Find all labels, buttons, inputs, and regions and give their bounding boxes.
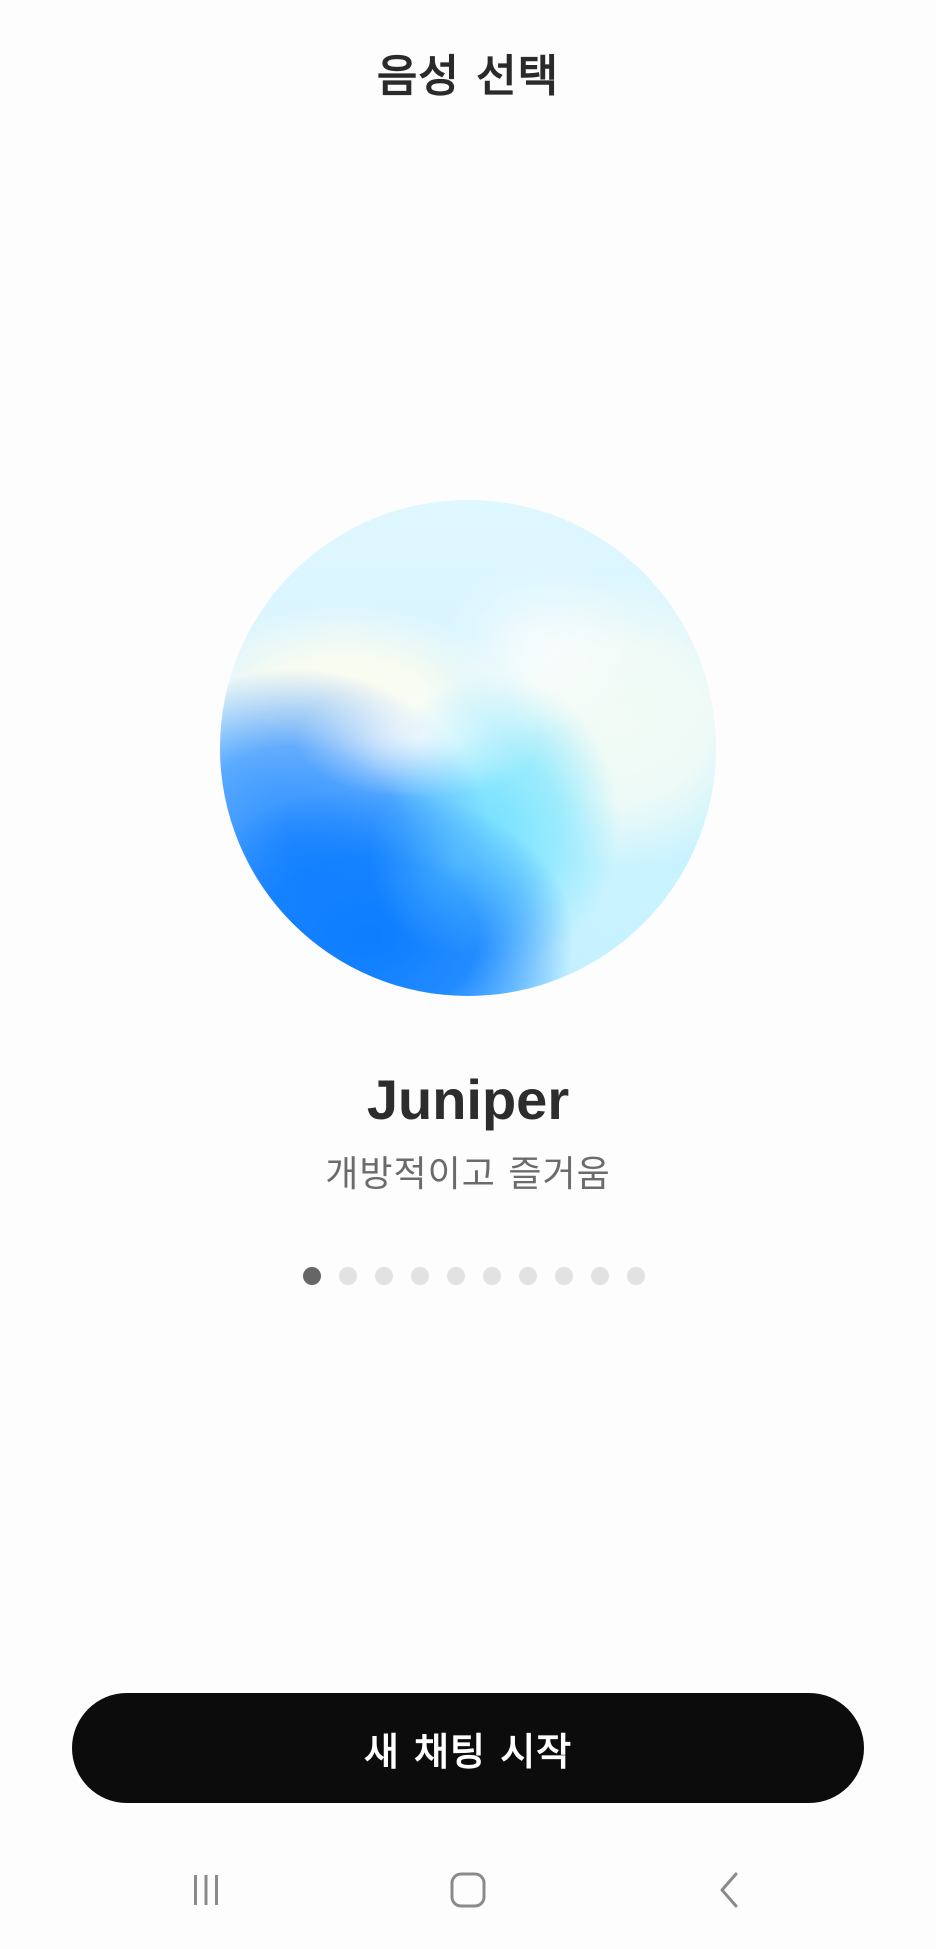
page-dot[interactable] — [555, 1267, 573, 1285]
back-icon — [720, 1872, 738, 1908]
page-indicator — [303, 1267, 645, 1287]
page-dot[interactable] — [447, 1267, 465, 1285]
page-dot[interactable] — [411, 1267, 429, 1285]
voice-name: Juniper — [366, 1068, 570, 1131]
voice-description: 개방적이고 즐거움 — [325, 1154, 611, 1195]
page-dot[interactable] — [375, 1267, 393, 1285]
page-dot[interactable] — [339, 1267, 357, 1285]
page-dot[interactable] — [519, 1267, 537, 1285]
page-dot[interactable] — [591, 1267, 609, 1285]
page-dot-active[interactable] — [303, 1267, 321, 1285]
back-button[interactable] — [680, 1840, 780, 1940]
page-title: 음성 선택 — [376, 51, 560, 102]
home-button[interactable] — [418, 1840, 518, 1940]
voice-orb-image[interactable] — [220, 500, 716, 996]
voice-select-screen: 음성 선택 Juniper 개방적이고 즐거움 새 채팅 시작 — [0, 0, 936, 1949]
page-dot[interactable] — [627, 1267, 645, 1285]
system-navigation-bar — [0, 1840, 936, 1940]
page-dot[interactable] — [483, 1267, 501, 1285]
start-new-chat-button[interactable]: 새 채팅 시작 — [72, 1693, 864, 1803]
home-icon — [450, 1872, 486, 1908]
recent-apps-button[interactable] — [156, 1840, 256, 1940]
recent-apps-icon — [194, 1875, 218, 1905]
voice-orb-haze — [220, 500, 716, 996]
